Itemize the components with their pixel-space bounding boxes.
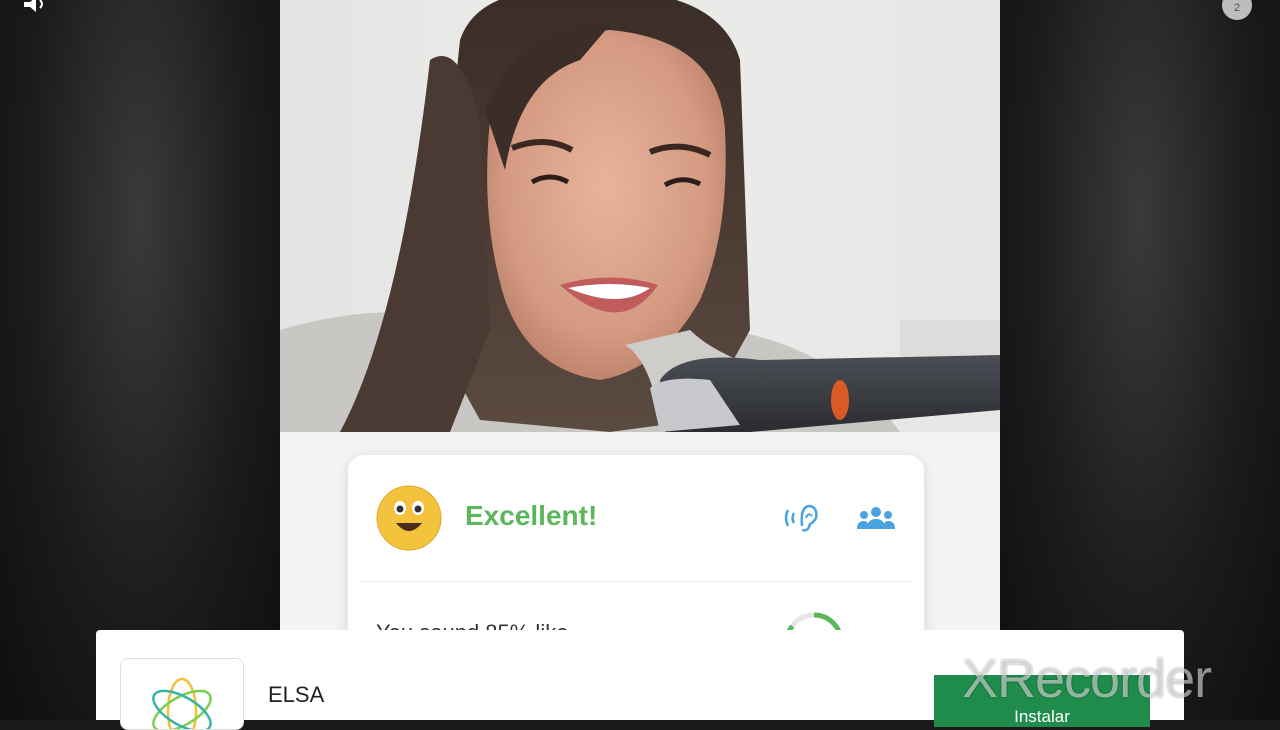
result-label: Excellent! bbox=[465, 500, 598, 531]
divider bbox=[360, 581, 912, 582]
ear-sound-icon[interactable] bbox=[780, 502, 820, 534]
blurred-background-right bbox=[1000, 0, 1280, 720]
speaker-icon[interactable] bbox=[22, 0, 52, 14]
blurred-background-left bbox=[0, 0, 280, 720]
smiling-face-icon bbox=[376, 485, 442, 551]
app-name: ELSA bbox=[268, 682, 325, 707]
app-logo[interactable] bbox=[120, 658, 244, 730]
group-icon[interactable] bbox=[856, 505, 896, 531]
recorder-watermark: XRecorder bbox=[962, 649, 1212, 709]
video-frame bbox=[280, 0, 1000, 432]
elsa-logo-icon bbox=[152, 677, 212, 729]
person-video-image bbox=[280, 0, 1000, 432]
